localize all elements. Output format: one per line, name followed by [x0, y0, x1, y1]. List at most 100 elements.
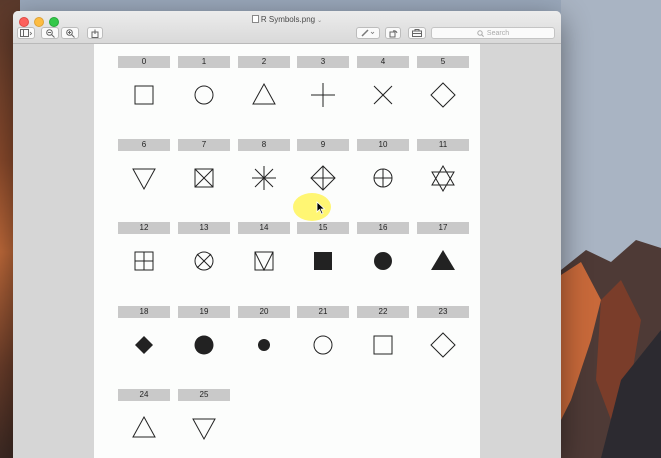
symbol-cell: 8: [238, 127, 290, 210]
symbol-cell: 12: [118, 210, 170, 293]
zoom-out-button[interactable]: [41, 27, 59, 39]
asterisk-icon: [252, 166, 276, 190]
open-circle-icon: [194, 85, 214, 105]
filled-diamond-icon: [135, 336, 153, 354]
symbol-cell: 6: [118, 127, 170, 210]
zoom-in-icon: [65, 28, 75, 38]
open-triangle-up-icon: [252, 82, 276, 105]
zoom-in-button[interactable]: [61, 27, 79, 39]
symbol-cell: 23: [417, 294, 469, 377]
rotate-icon: [389, 29, 397, 37]
sidebar-toggle-button[interactable]: [17, 27, 35, 39]
open-diamond-icon: [430, 82, 456, 108]
square-cross-icon: [194, 168, 214, 188]
pen-icon: [361, 29, 375, 37]
window-title: R Symbols.png ⌄: [13, 15, 561, 24]
symbol-label: 0: [118, 56, 170, 68]
plus-icon: [311, 83, 335, 107]
open-square-icon: [373, 335, 393, 355]
window-title-text: R Symbols.png: [260, 15, 316, 24]
diamond-plus-icon: [310, 165, 336, 191]
search-icon: [477, 29, 484, 37]
symbol-cell: 21: [297, 294, 349, 377]
symbol-label: 9: [297, 139, 349, 151]
document-viewer[interactable]: 0 1 2 3 4 5 6 7 8 9 10 11 12 13 14 15 16 17 18 19 20 21 22 23 24…: [13, 44, 561, 458]
symbol-label: 3: [297, 56, 349, 68]
symbol-label: 11: [417, 139, 469, 151]
symbol-label: 19: [178, 306, 230, 318]
symbol-label: 5: [417, 56, 469, 68]
markup-pen-button[interactable]: [356, 27, 380, 39]
zoom-out-icon: [45, 28, 55, 38]
symbol-label: 23: [417, 306, 469, 318]
filled-circle-small-icon: [258, 339, 270, 351]
symbol-label: 6: [118, 139, 170, 151]
open-diamond-icon: [430, 332, 456, 358]
document-page: 0 1 2 3 4 5 6 7 8 9 10 11 12 13 14 15 16 17 18 19 20 21 22 23 24…: [94, 44, 480, 458]
circle-plus-icon: [373, 168, 393, 188]
symbol-label: 10: [357, 139, 409, 151]
symbol-label: 13: [178, 222, 230, 234]
open-triangle-down-icon: [132, 168, 156, 191]
search-placeholder: Search: [486, 29, 510, 37]
symbol-cell: 1: [178, 44, 230, 127]
square-plus-icon: [134, 251, 154, 271]
title-bar: R Symbols.png ⌄ Search: [13, 11, 561, 44]
rotate-button[interactable]: [385, 27, 401, 39]
symbol-cell: 25: [178, 377, 230, 458]
open-triangle-up-icon: [132, 415, 156, 438]
symbol-label: 25: [178, 389, 230, 401]
symbol-label: 16: [357, 222, 409, 234]
star-of-david-icon: [431, 165, 455, 192]
share-icon: [91, 29, 99, 38]
symbol-label: 14: [238, 222, 290, 234]
symbol-cell: 7: [178, 127, 230, 210]
symbol-label: 20: [238, 306, 290, 318]
symbol-cell: 24: [118, 377, 170, 458]
symbol-label: 22: [357, 306, 409, 318]
symbol-label: 12: [118, 222, 170, 234]
symbol-cell: 22: [357, 294, 409, 377]
toolbox-icon: [412, 29, 422, 37]
symbol-cell: 18: [118, 294, 170, 377]
symbol-cell: 15: [297, 210, 349, 293]
symbol-cell: 4: [357, 44, 409, 127]
symbol-cell: 16: [357, 210, 409, 293]
cross-icon: [373, 85, 393, 105]
symbol-cell: 19: [178, 294, 230, 377]
square-triangle-icon: [254, 251, 274, 272]
symbol-cell: 14: [238, 210, 290, 293]
symbol-label: 4: [357, 56, 409, 68]
symbol-cell: 5: [417, 44, 469, 127]
filled-circle-icon: [374, 252, 392, 270]
document-icon: [251, 15, 259, 23]
open-triangle-down-icon: [192, 418, 216, 441]
filled-square-icon: [314, 252, 332, 270]
symbol-label: 24: [118, 389, 170, 401]
symbol-label: 17: [417, 222, 469, 234]
toolbox-button[interactable]: [408, 27, 426, 39]
symbol-label: 8: [238, 139, 290, 151]
symbol-cell: 13: [178, 210, 230, 293]
open-circle-icon: [313, 335, 333, 355]
filled-circle-large-icon: [194, 335, 214, 355]
symbol-label: 18: [118, 306, 170, 318]
symbol-cell: 2: [238, 44, 290, 127]
mouse-cursor-icon: [316, 201, 326, 215]
circle-cross-icon: [194, 251, 214, 271]
symbol-label: 15: [297, 222, 349, 234]
open-square-icon: [134, 85, 154, 105]
symbol-cell: 0: [118, 44, 170, 127]
symbol-cell: 3: [297, 44, 349, 127]
symbol-cell: 10: [357, 127, 409, 210]
sidebar-icon: [20, 29, 32, 37]
share-button[interactable]: [87, 27, 103, 39]
symbol-label: 2: [238, 56, 290, 68]
symbol-cell: 11: [417, 127, 469, 210]
symbol-cell: 20: [238, 294, 290, 377]
preview-window: R Symbols.png ⌄ Search 0 1 2 3 4 5 6 7 8 9 10 11 12 13: [13, 11, 561, 458]
chevron-down-icon[interactable]: ⌄: [317, 18, 322, 24]
symbol-label: 21: [297, 306, 349, 318]
filled-triangle-icon: [431, 250, 455, 270]
search-field[interactable]: Search: [431, 27, 555, 39]
